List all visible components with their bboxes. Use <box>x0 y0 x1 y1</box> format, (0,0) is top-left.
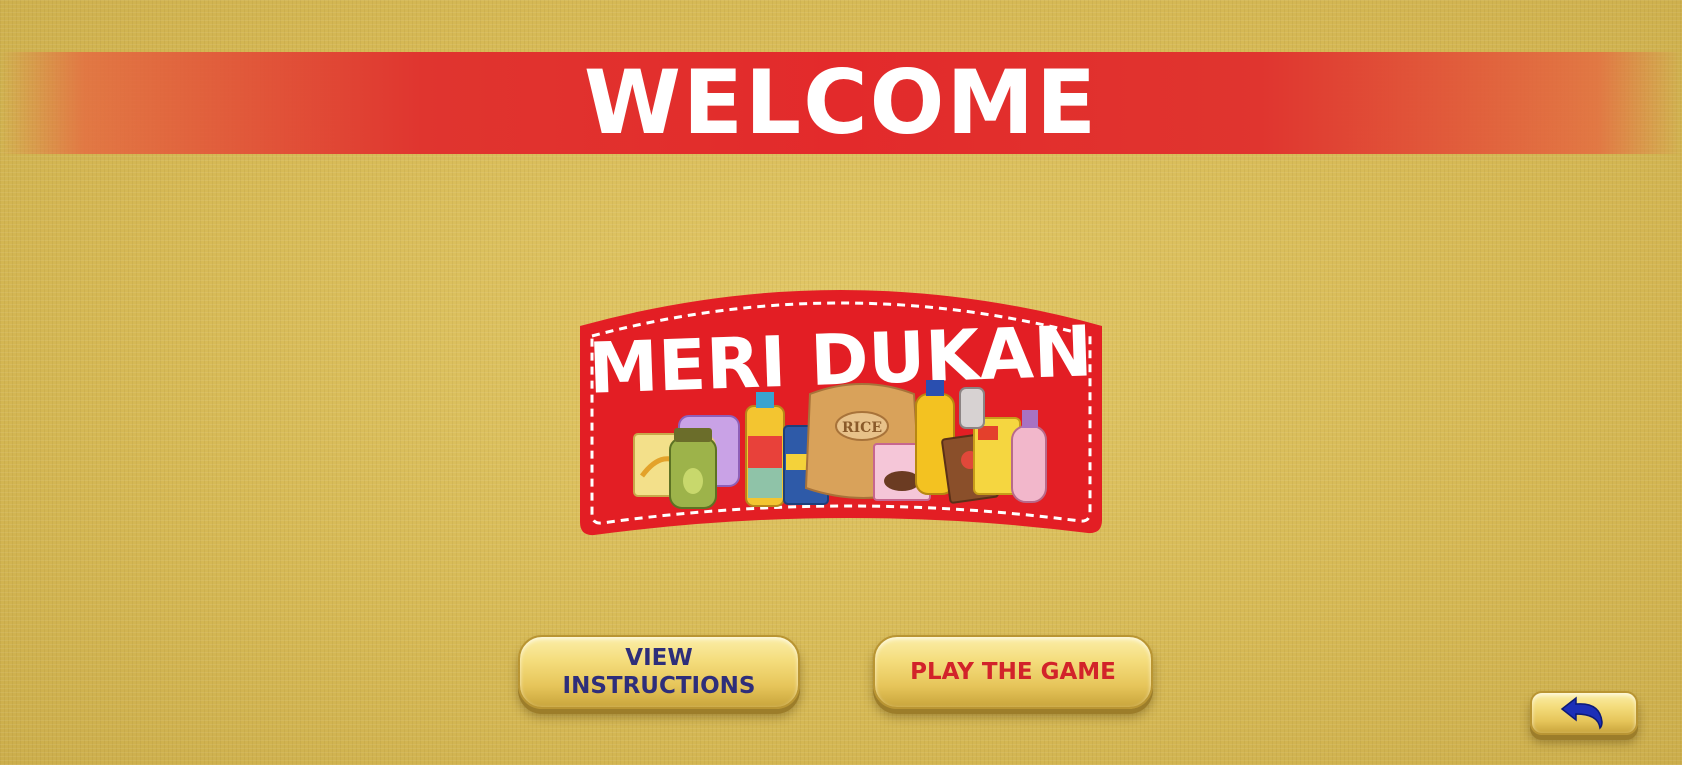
undo-arrow-icon <box>1560 696 1603 730</box>
logo-svg: MERI DUKAN RICE <box>580 290 1102 536</box>
game-logo: MERI DUKAN RICE <box>574 276 1108 540</box>
view-instructions-button[interactable]: VIEW INSTRUCTIONS <box>518 635 800 709</box>
page-title: WELCOME <box>583 51 1099 154</box>
view-instructions-label: VIEW INSTRUCTIONS <box>562 645 756 699</box>
back-button[interactable] <box>1530 691 1638 735</box>
play-game-label: PLAY THE GAME <box>910 659 1116 685</box>
play-game-button[interactable]: PLAY THE GAME <box>873 635 1153 709</box>
rice-label: RICE <box>842 420 882 436</box>
